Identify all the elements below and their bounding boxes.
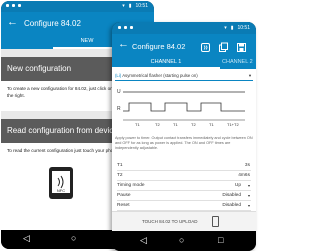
- signal-icon: ▾: [224, 25, 227, 31]
- navigation-bar: ◁ ○ □: [112, 231, 256, 251]
- nfc-phone-illustration: NFC: [49, 167, 73, 199]
- status-time: 10:51: [237, 25, 250, 31]
- copy-icon[interactable]: [218, 40, 229, 52]
- dropdown-arrow-icon: ▾: [247, 193, 250, 198]
- notification-icons: [6, 4, 21, 7]
- param-row-t1[interactable]: T1 3s: [117, 161, 251, 171]
- t-label: T1: [173, 122, 178, 127]
- toolbar-title: Configure 84.02: [24, 19, 81, 28]
- upload-bar[interactable]: TOUCH 84.02 TO UPLOAD: [112, 211, 256, 232]
- diagram-label-u: U: [117, 89, 121, 95]
- param-label: T1: [117, 163, 123, 168]
- mode-code: (Li): [115, 73, 122, 78]
- param-value: 3s: [244, 163, 250, 168]
- status-bar: ▾ ▮ 10:51: [1, 1, 154, 12]
- param-row-t2[interactable]: T2 4m6s: [117, 171, 251, 181]
- upload-label: TOUCH 84.02 TO UPLOAD: [142, 219, 198, 224]
- diagram-label-r: R: [117, 106, 121, 112]
- app-toolbar: ← Configure 84.02: [112, 34, 256, 57]
- nfc-label: NFC: [57, 188, 65, 193]
- notification-icons: [118, 26, 133, 29]
- param-label: Pause: [117, 193, 131, 198]
- status-time: 10:51: [135, 3, 148, 9]
- phone-icon: [212, 216, 219, 227]
- relay-waveform: [123, 102, 245, 112]
- nav-recents-icon[interactable]: □: [218, 236, 223, 245]
- t-label: T1+T2: [227, 122, 239, 127]
- param-label: Reset: [117, 203, 130, 208]
- param-value: 4m6s: [238, 173, 250, 178]
- front-phone-screen: ▾ ▮ 10:51 ← Configure 84.02 CHANNEL 1 CH…: [112, 22, 256, 251]
- t-label: T2: [155, 122, 160, 127]
- param-label: T2: [117, 173, 123, 178]
- tab-bar: CHANNEL 1 CHANNEL 2: [112, 57, 256, 69]
- nav-back-icon[interactable]: ◁: [23, 234, 30, 243]
- nfc-icon: NFC: [52, 171, 70, 193]
- timing-diagram: U R T1 T2 T1 T2 T1 T1+T2: [117, 89, 245, 127]
- param-value: Disabled: [222, 193, 241, 198]
- param-row-pause[interactable]: Pause Disabled ▾: [117, 191, 251, 201]
- nav-home-icon[interactable]: ○: [179, 236, 184, 245]
- save-icon[interactable]: [236, 40, 247, 52]
- nfc-icon[interactable]: [200, 40, 211, 52]
- param-label: Timing mode: [117, 183, 145, 188]
- param-value: Up: [234, 183, 241, 188]
- dropdown-arrow-icon: ▾: [248, 73, 251, 78]
- nav-home-icon[interactable]: ○: [71, 234, 76, 243]
- status-bar: ▾ ▮ 10:51: [112, 22, 256, 34]
- back-arrow-icon[interactable]: ←: [7, 17, 18, 28]
- param-row-reset[interactable]: Reset Disabled ▾: [117, 201, 251, 211]
- dropdown-arrow-icon: ▾: [247, 203, 250, 208]
- channel-settings: (Li) Asymmetrical flasher (starting puls…: [112, 69, 256, 232]
- param-value: Disabled: [222, 203, 241, 208]
- mode-label: Asymmetrical flasher (starting pulse on): [122, 73, 198, 78]
- nav-back-icon[interactable]: ◁: [140, 236, 147, 245]
- t-label: T1: [209, 122, 214, 127]
- param-row-timing-mode[interactable]: Timing mode Up ▾: [117, 181, 251, 191]
- mode-description: Apply power to timer. Output contact tra…: [115, 136, 253, 150]
- mode-dropdown[interactable]: (Li) Asymmetrical flasher (starting puls…: [115, 72, 253, 81]
- tab-new[interactable]: NEW: [53, 36, 121, 49]
- toolbar-title: Configure 84.02: [132, 42, 186, 51]
- t-label: T1: [135, 122, 140, 127]
- tab-channel-2[interactable]: CHANNEL 2: [222, 57, 256, 69]
- battery-icon: ▮: [128, 3, 132, 9]
- dropdown-arrow-icon: ▾: [247, 183, 250, 188]
- battery-icon: ▮: [230, 25, 234, 31]
- signal-icon: ▾: [122, 3, 125, 9]
- t-label: T2: [191, 122, 196, 127]
- back-arrow-icon[interactable]: ←: [118, 39, 129, 50]
- tab-channel-1[interactable]: CHANNEL 1: [112, 57, 220, 69]
